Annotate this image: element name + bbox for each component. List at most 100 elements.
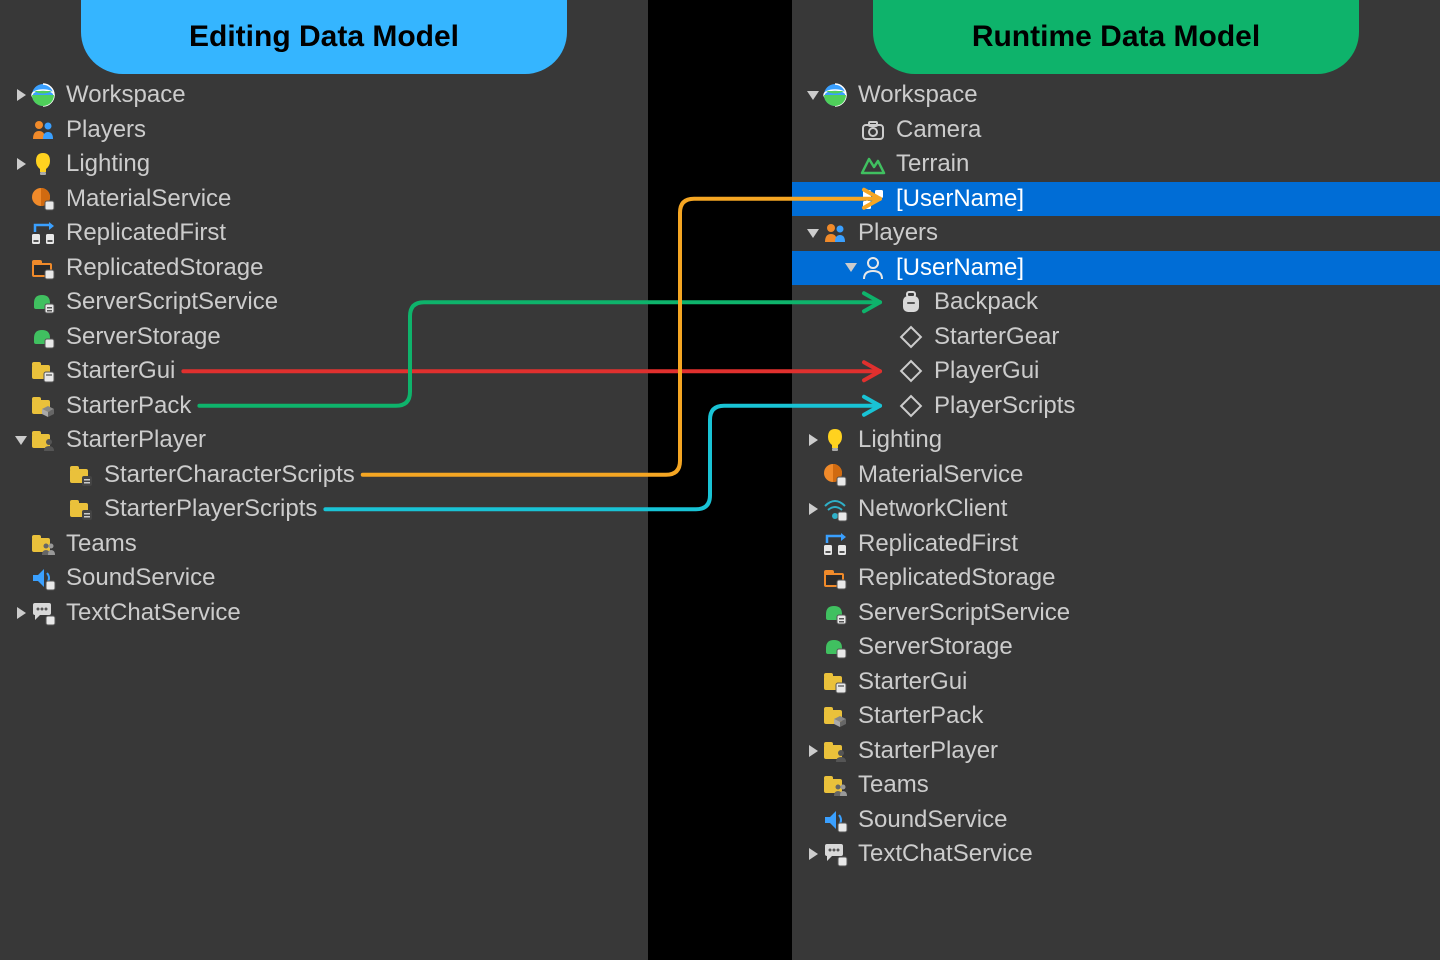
- collapse-icon[interactable]: [806, 88, 820, 102]
- spack-icon: [30, 393, 56, 419]
- tree-row[interactable]: MaterialService: [792, 458, 1440, 493]
- tree-row[interactable]: Players: [0, 113, 648, 148]
- arrow-spacer: [52, 468, 66, 482]
- arrow-spacer: [806, 571, 820, 585]
- model-icon: [860, 186, 886, 212]
- tree-row[interactable]: [UserName]: [792, 182, 1440, 217]
- repstore-icon: [30, 255, 56, 281]
- tree-item-label: PlayerGui: [934, 357, 1039, 385]
- collapse-icon[interactable]: [806, 226, 820, 240]
- tree-row[interactable]: Teams: [792, 768, 1440, 803]
- tree-item-label: PlayerScripts: [934, 392, 1075, 420]
- tree-row[interactable]: ReplicatedStorage: [792, 561, 1440, 596]
- tree-row[interactable]: StarterPack: [792, 699, 1440, 734]
- expand-icon[interactable]: [14, 606, 28, 620]
- tree-item-label: Workspace: [858, 81, 978, 109]
- arrow-spacer: [14, 123, 28, 137]
- tree-row[interactable]: StarterCharacterScripts: [0, 458, 648, 493]
- arrow-spacer: [14, 330, 28, 344]
- tree-row[interactable]: StarterPlayer: [792, 734, 1440, 769]
- expand-icon[interactable]: [806, 502, 820, 516]
- tree-item-label: ServerScriptService: [858, 599, 1070, 627]
- tree-row[interactable]: ReplicatedFirst: [0, 216, 648, 251]
- splayer-icon: [822, 738, 848, 764]
- tree-row[interactable]: SoundService: [0, 561, 648, 596]
- arrow-spacer: [14, 192, 28, 206]
- tree-row[interactable]: TextChatService: [792, 837, 1440, 872]
- expand-icon[interactable]: [806, 744, 820, 758]
- tree-row[interactable]: StarterPack: [0, 389, 648, 424]
- tree-row[interactable]: ServerScriptService: [0, 285, 648, 320]
- tree-row[interactable]: Lighting: [792, 423, 1440, 458]
- sound-icon: [30, 565, 56, 591]
- runtime-tree: WorkspaceCameraTerrain[UserName]Players[…: [792, 78, 1440, 872]
- expand-icon[interactable]: [14, 88, 28, 102]
- arrow-spacer: [14, 226, 28, 240]
- tree-item-label: StarterGear: [934, 323, 1059, 351]
- expand-icon[interactable]: [14, 157, 28, 171]
- tree-row[interactable]: Workspace: [0, 78, 648, 113]
- editing-header: Editing Data Model: [81, 0, 567, 74]
- tree-item-label: SoundService: [66, 564, 215, 592]
- sstorage-icon: [822, 634, 848, 660]
- collapse-icon[interactable]: [844, 261, 858, 275]
- arrow-spacer: [882, 364, 896, 378]
- tree-row[interactable]: StarterPlayerScripts: [0, 492, 648, 527]
- tree-row[interactable]: ServerStorage: [792, 630, 1440, 665]
- tree-row[interactable]: [UserName]: [792, 251, 1440, 286]
- tree-row[interactable]: Terrain: [792, 147, 1440, 182]
- arrow-spacer: [844, 157, 858, 171]
- arrow-spacer: [52, 502, 66, 516]
- sscript-icon: [822, 600, 848, 626]
- tree-row[interactable]: Camera: [792, 113, 1440, 148]
- tree-row[interactable]: Teams: [0, 527, 648, 562]
- tree-row[interactable]: StarterGear: [792, 320, 1440, 355]
- tree-row[interactable]: NetworkClient: [792, 492, 1440, 527]
- arrow-spacer: [14, 295, 28, 309]
- diamond-icon: [898, 358, 924, 384]
- terrain-icon: [860, 151, 886, 177]
- folderscr-icon: [68, 496, 94, 522]
- diamond-icon: [898, 324, 924, 350]
- tree-row[interactable]: Players: [792, 216, 1440, 251]
- arrow-spacer: [844, 192, 858, 206]
- tree-row[interactable]: TextChatService: [0, 596, 648, 631]
- editing-tree: Workspace PlayersLighting MaterialService R…: [0, 78, 648, 630]
- tree-item-label: ReplicatedStorage: [66, 254, 263, 282]
- lighting-icon: [822, 427, 848, 453]
- tree-item-label: MaterialService: [66, 185, 231, 213]
- arrow-spacer: [806, 778, 820, 792]
- tree-item-label: TextChatService: [66, 599, 241, 627]
- collapse-icon[interactable]: [14, 433, 28, 447]
- tree-row[interactable]: MaterialService: [0, 182, 648, 217]
- tree-item-label: ReplicatedStorage: [858, 564, 1055, 592]
- arrow-spacer: [806, 675, 820, 689]
- tree-row[interactable]: ServerScriptService: [792, 596, 1440, 631]
- tree-item-label: Terrain: [896, 150, 969, 178]
- tree-item-label: MaterialService: [858, 461, 1023, 489]
- tree-row[interactable]: ServerStorage: [0, 320, 648, 355]
- arrow-spacer: [806, 468, 820, 482]
- sound-icon: [822, 807, 848, 833]
- tree-item-label: StarterPlayer: [66, 426, 206, 454]
- arrow-spacer: [806, 640, 820, 654]
- expand-icon[interactable]: [806, 433, 820, 447]
- tree-item-label: StarterPlayer: [858, 737, 998, 765]
- camera-icon: [860, 117, 886, 143]
- material-icon: [30, 186, 56, 212]
- tree-row[interactable]: Backpack: [792, 285, 1440, 320]
- tree-row[interactable]: StarterGui: [0, 354, 648, 389]
- expand-icon[interactable]: [806, 847, 820, 861]
- tree-row[interactable]: PlayerScripts: [792, 389, 1440, 424]
- tree-row[interactable]: ReplicatedStorage: [0, 251, 648, 286]
- tree-item-label: ReplicatedFirst: [66, 219, 226, 247]
- tree-item-label: [UserName]: [896, 254, 1024, 282]
- tree-row[interactable]: StarterPlayer: [0, 423, 648, 458]
- tree-row[interactable]: Lighting: [0, 147, 648, 182]
- tree-row[interactable]: PlayerGui: [792, 354, 1440, 389]
- tree-item-label: Workspace: [66, 81, 186, 109]
- tree-row[interactable]: ReplicatedFirst: [792, 527, 1440, 562]
- tree-row[interactable]: Workspace: [792, 78, 1440, 113]
- tree-row[interactable]: SoundService: [792, 803, 1440, 838]
- tree-row[interactable]: StarterGui: [792, 665, 1440, 700]
